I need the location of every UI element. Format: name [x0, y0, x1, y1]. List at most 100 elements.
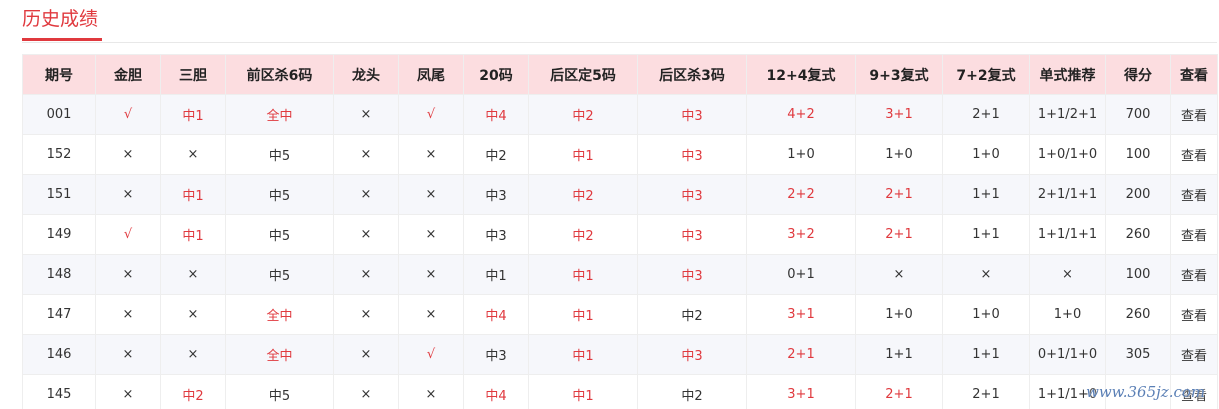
cell-20-codes: 中2	[463, 134, 529, 175]
cell-back-kill-3: 中2	[637, 374, 747, 409]
cell-20-codes: 中4	[463, 94, 529, 135]
view-link[interactable]: 查看	[1170, 334, 1218, 375]
cell-12-4-multi: 3+1	[746, 294, 856, 335]
cell-score: 700	[1105, 94, 1171, 135]
cell-7-2-multi: 2+1	[942, 94, 1030, 135]
cell-7-2-multi: ×	[942, 254, 1030, 295]
cell-single-recommend: 0+1/1+0	[1029, 334, 1106, 375]
cell-9-3-multi: 3+1	[855, 94, 943, 135]
cell-12-4-multi: 0+1	[746, 254, 856, 295]
cell-three-picks: 中2	[160, 374, 226, 409]
cell-score: 200	[1105, 174, 1171, 215]
cell-issue: 145	[22, 374, 96, 409]
col-header-back-kill-3: 后区杀3码	[637, 54, 747, 95]
history-score-table: 期号 金胆 三胆 前区杀6码 龙头 凤尾 20码 后区定5码 后区杀3码 12+…	[22, 54, 1218, 409]
cell-three-picks: ×	[160, 134, 226, 175]
cell-issue: 152	[22, 134, 96, 175]
col-header-front-kill-6: 前区杀6码	[225, 54, 334, 95]
cell-single-recommend: ×	[1029, 254, 1106, 295]
cell-back-kill-3: 中3	[637, 214, 747, 255]
cell-back-fix-5: 中2	[528, 174, 638, 215]
cell-7-2-multi: 1+1	[942, 214, 1030, 255]
cell-12-4-multi: 4+2	[746, 94, 856, 135]
cell-9-3-multi: 2+1	[855, 374, 943, 409]
cell-back-kill-3: 中3	[637, 254, 747, 295]
cell-issue: 148	[22, 254, 96, 295]
col-header-12-4-multi: 12+4复式	[746, 54, 856, 95]
table-row: 148 × × 中5 × × 中1 中1 中3 0+1 × × × 100 查看	[22, 254, 1218, 295]
cell-dragon-head: ×	[333, 294, 399, 335]
cell-front-kill-6: 中5	[225, 374, 334, 409]
cell-dragon-head: ×	[333, 214, 399, 255]
site-watermark: www.365jz.com	[1086, 383, 1206, 401]
cell-golden-pick: √	[95, 94, 161, 135]
cell-back-fix-5: 中1	[528, 294, 638, 335]
cell-front-kill-6: 全中	[225, 94, 334, 135]
cell-9-3-multi: 1+1	[855, 334, 943, 375]
col-header-view: 查看	[1170, 54, 1218, 95]
cell-9-3-multi: 1+0	[855, 294, 943, 335]
cell-three-picks: ×	[160, 294, 226, 335]
cell-dragon-head: ×	[333, 374, 399, 409]
cell-back-kill-3: 中2	[637, 294, 747, 335]
cell-back-fix-5: 中1	[528, 134, 638, 175]
cell-front-kill-6: 中5	[225, 214, 334, 255]
view-link[interactable]: 查看	[1170, 254, 1218, 295]
view-link[interactable]: 查看	[1170, 174, 1218, 215]
col-header-back-fix-5: 后区定5码	[528, 54, 638, 95]
col-header-score: 得分	[1105, 54, 1171, 95]
cell-12-4-multi: 3+1	[746, 374, 856, 409]
cell-12-4-multi: 1+0	[746, 134, 856, 175]
view-link[interactable]: 查看	[1170, 94, 1218, 135]
cell-phoenix-tail: √	[398, 334, 464, 375]
cell-20-codes: 中4	[463, 374, 529, 409]
cell-dragon-head: ×	[333, 134, 399, 175]
cell-7-2-multi: 2+1	[942, 374, 1030, 409]
section-header: 历史成绩	[22, 0, 1217, 43]
cell-issue: 149	[22, 214, 96, 255]
col-header-dragon-head: 龙头	[333, 54, 399, 95]
cell-golden-pick: ×	[95, 134, 161, 175]
title-underline	[22, 38, 102, 41]
cell-9-3-multi: 2+1	[855, 214, 943, 255]
view-link[interactable]: 查看	[1170, 134, 1218, 175]
cell-20-codes: 中4	[463, 294, 529, 335]
cell-20-codes: 中1	[463, 254, 529, 295]
cell-front-kill-6: 全中	[225, 294, 334, 335]
cell-three-picks: 中1	[160, 174, 226, 215]
view-link[interactable]: 查看	[1170, 214, 1218, 255]
table-header-row: 期号 金胆 三胆 前区杀6码 龙头 凤尾 20码 后区定5码 后区杀3码 12+…	[22, 54, 1218, 95]
cell-20-codes: 中3	[463, 334, 529, 375]
cell-score: 100	[1105, 254, 1171, 295]
cell-single-recommend: 1+0/1+0	[1029, 134, 1106, 175]
cell-back-fix-5: 中2	[528, 94, 638, 135]
cell-golden-pick: ×	[95, 174, 161, 215]
cell-issue: 001	[22, 94, 96, 135]
cell-9-3-multi: 1+0	[855, 134, 943, 175]
cell-12-4-multi: 2+1	[746, 334, 856, 375]
col-header-golden-pick: 金胆	[95, 54, 161, 95]
table-row: 151 × 中1 中5 × × 中3 中2 中3 2+2 2+1 1+1 2+1/1+1 200 查看	[22, 174, 1218, 215]
cell-issue: 147	[22, 294, 96, 335]
col-header-phoenix-tail: 凤尾	[398, 54, 464, 95]
table-row: 152 × × 中5 × × 中2 中1 中3 1+0 1+0 1+0 1+0/1+0 100 查看	[22, 134, 1218, 175]
cell-7-2-multi: 1+0	[942, 294, 1030, 335]
cell-dragon-head: ×	[333, 174, 399, 215]
cell-back-kill-3: 中3	[637, 334, 747, 375]
cell-three-picks: 中1	[160, 94, 226, 135]
view-link[interactable]: 查看	[1170, 294, 1218, 335]
cell-12-4-multi: 3+2	[746, 214, 856, 255]
cell-issue: 151	[22, 174, 96, 215]
cell-back-kill-3: 中3	[637, 134, 747, 175]
page-title: 历史成绩	[22, 8, 99, 30]
col-header-9-3-multi: 9+3复式	[855, 54, 943, 95]
cell-phoenix-tail: ×	[398, 134, 464, 175]
cell-single-recommend: 1+1/2+1	[1029, 94, 1106, 135]
cell-golden-pick: ×	[95, 374, 161, 409]
cell-single-recommend: 1+0	[1029, 294, 1106, 335]
cell-phoenix-tail: ×	[398, 294, 464, 335]
cell-front-kill-6: 中5	[225, 254, 334, 295]
table-row: 149 √ 中1 中5 × × 中3 中2 中3 3+2 2+1 1+1 1+1/1+1 260 查看	[22, 214, 1218, 255]
cell-front-kill-6: 中5	[225, 134, 334, 175]
table-row: 145 × 中2 中5 × × 中4 中1 中2 3+1 2+1 2+1 1+1/1+0 查看	[22, 374, 1218, 409]
